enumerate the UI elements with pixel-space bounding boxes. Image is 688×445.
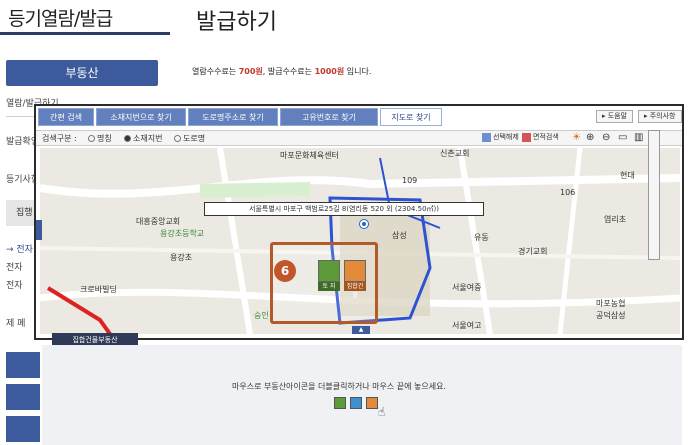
instruction-text: 마우스로 부동산아이콘을 더블클릭하거나 마우스 끝에 놓으세요. [232, 382, 446, 391]
map-place-label: 서울여고 [452, 321, 482, 330]
page-title: 발급하기 [196, 10, 277, 35]
sidebar-item-e3[interactable]: 전자 [6, 278, 23, 291]
map-place-label: 삼성 [392, 231, 407, 240]
location-marker-icon[interactable] [360, 220, 368, 228]
radio-name[interactable]: 명칭 [88, 133, 112, 144]
radio-icon [124, 135, 131, 142]
radio-lot[interactable]: 소재지번 [124, 133, 162, 144]
clear-selection-button[interactable]: 선택해제 [482, 132, 519, 142]
building-mini-icon [350, 397, 362, 409]
map-place-label: 서울여중 [452, 283, 482, 292]
fee-suffix: 입니다. [344, 67, 372, 76]
section-title: 등기열람/발급 [8, 8, 113, 30]
search-options-bar: 검색구분 : 명칭 소재지번 도로명 선택해제 면적검색 ☀ ⊕ ⊖ ▭ ▥ ⎙ [36, 130, 682, 146]
layer-icon[interactable]: ▥ [634, 132, 643, 143]
tab-unique-number[interactable]: 고유번호로 찾기 [280, 108, 378, 126]
map-place-label: 신촌교회 [440, 149, 470, 158]
tab-lot-address[interactable]: 소재지번으로 찾기 [96, 108, 186, 126]
sidebar-divider [6, 116, 34, 117]
map-canvas[interactable]: 마포문화체육센터 신촌교회 대흥중앙교회 용강초등학교 용강초 서울여중 크로바… [40, 148, 680, 334]
map-place-label: 대흥중앙교회 [136, 217, 181, 226]
sidebar-item-real-estate[interactable]: 부동산 [6, 60, 158, 86]
area-icon [522, 132, 531, 142]
building-icon-label: 집합건물 [344, 282, 366, 299]
expand-down-icon[interactable]: ▲ [352, 326, 370, 334]
side-collapse-handle[interactable] [36, 220, 42, 240]
zoom-in-icon[interactable]: ⊕ [586, 132, 594, 143]
radio-road-label: 도로명 [183, 134, 206, 143]
sidebar-item-e1[interactable]: → 전자 [6, 242, 33, 255]
land-icon-label: 토 지 [318, 282, 340, 291]
pin-icon[interactable]: ☀ [572, 132, 581, 143]
cursor-hand-icon: ☝ [378, 405, 386, 419]
sidebar-item-e2[interactable]: 전자 [6, 260, 23, 273]
map-place-label: 현대 [620, 171, 635, 180]
radio-icon [88, 135, 95, 142]
land-icon[interactable]: 토 지 [318, 260, 340, 291]
area-search-button[interactable]: 면적검색 [522, 132, 559, 142]
tab-simple-search[interactable]: 간편 검색 [38, 108, 94, 126]
land-mini-icon [334, 397, 346, 409]
land-icon-box [318, 260, 340, 282]
view-fee: 700원 [238, 67, 263, 76]
instruction-panel: 마우스로 부동산아이콘을 더블클릭하거나 마우스 끝에 놓으세요. ☝ [42, 345, 682, 445]
sidebar-dark-block-1[interactable] [6, 352, 40, 378]
issue-fee: 1000원 [314, 67, 345, 76]
notice-button[interactable]: ▸ 주의사항 [638, 110, 682, 123]
fee-middle: , 발급수수료는 [262, 67, 315, 76]
map-search-panel: 간편 검색 소재지번으로 찾기 도로명주소로 찾기 고유번호로 찾기 지도로 찾… [34, 104, 684, 340]
help-button[interactable]: ▸ 도움말 [596, 110, 634, 123]
sidebar-dark-block-2[interactable] [6, 384, 40, 410]
clear-icon [482, 132, 491, 142]
map-place-label: 마포농협 [596, 299, 626, 308]
radio-lot-label: 소재지번 [133, 134, 163, 143]
search-tab-bar: 간편 검색 소재지번으로 찾기 도로명주소로 찾기 고유번호로 찾기 지도로 찾… [36, 106, 682, 128]
apartment-mini-icon [366, 397, 378, 409]
fee-prefix: 열람수수료는 [192, 67, 239, 76]
sidebar-dark-block-3[interactable] [6, 416, 40, 442]
sidebar-item-closure[interactable]: 제 폐 [6, 316, 25, 329]
tab-map-search[interactable]: 지도로 찾기 [380, 108, 442, 126]
step-badge: 6 [274, 260, 296, 282]
map-place-label: 공덕삼성 [596, 311, 626, 320]
tab-road-address[interactable]: 도로명주소로 찾기 [188, 108, 278, 126]
search-type-label: 검색구분 : [42, 134, 77, 143]
map-place-label: 숭인 [254, 311, 269, 320]
map-place-label: 마포문화체육센터 [280, 151, 339, 160]
map-place-label: 염리초 [604, 215, 627, 224]
clear-selection-label: 선택해제 [493, 133, 519, 141]
zoom-out-icon[interactable]: ⊖ [602, 132, 610, 143]
map-place-label: 크로바빌딩 [80, 285, 117, 294]
fee-notice: 열람수수료는 700원, 발급수수료는 1000원 입니다. [192, 66, 371, 77]
map-place-label: 용강초 [170, 253, 193, 262]
sidebar-section-execution[interactable]: 집행 [6, 200, 36, 226]
map-place-label: 유동 [474, 233, 489, 242]
zoom-slider[interactable] [648, 130, 660, 260]
measure-icon[interactable]: ▭ [618, 132, 627, 143]
radio-icon [174, 135, 181, 142]
building-icon-box [344, 260, 366, 282]
map-place-label: 109 [402, 176, 418, 185]
sidebar-section-label: 집행 [16, 208, 33, 218]
radio-road[interactable]: 도로명 [174, 133, 205, 144]
radio-name-label: 명칭 [97, 134, 112, 143]
map-place-label: 용강초등학교 [160, 229, 205, 238]
address-popup: 서울특별시 마포구 백범로25길 8(염리동 520 외 (2304.50㎡)) [204, 202, 484, 216]
building-icon[interactable]: 집합건물 [344, 260, 366, 299]
map-place-label: 경기교회 [518, 247, 548, 256]
map-place-label: 106 [560, 188, 576, 197]
section-title-underline [0, 32, 170, 35]
area-search-label: 면적검색 [533, 133, 559, 141]
